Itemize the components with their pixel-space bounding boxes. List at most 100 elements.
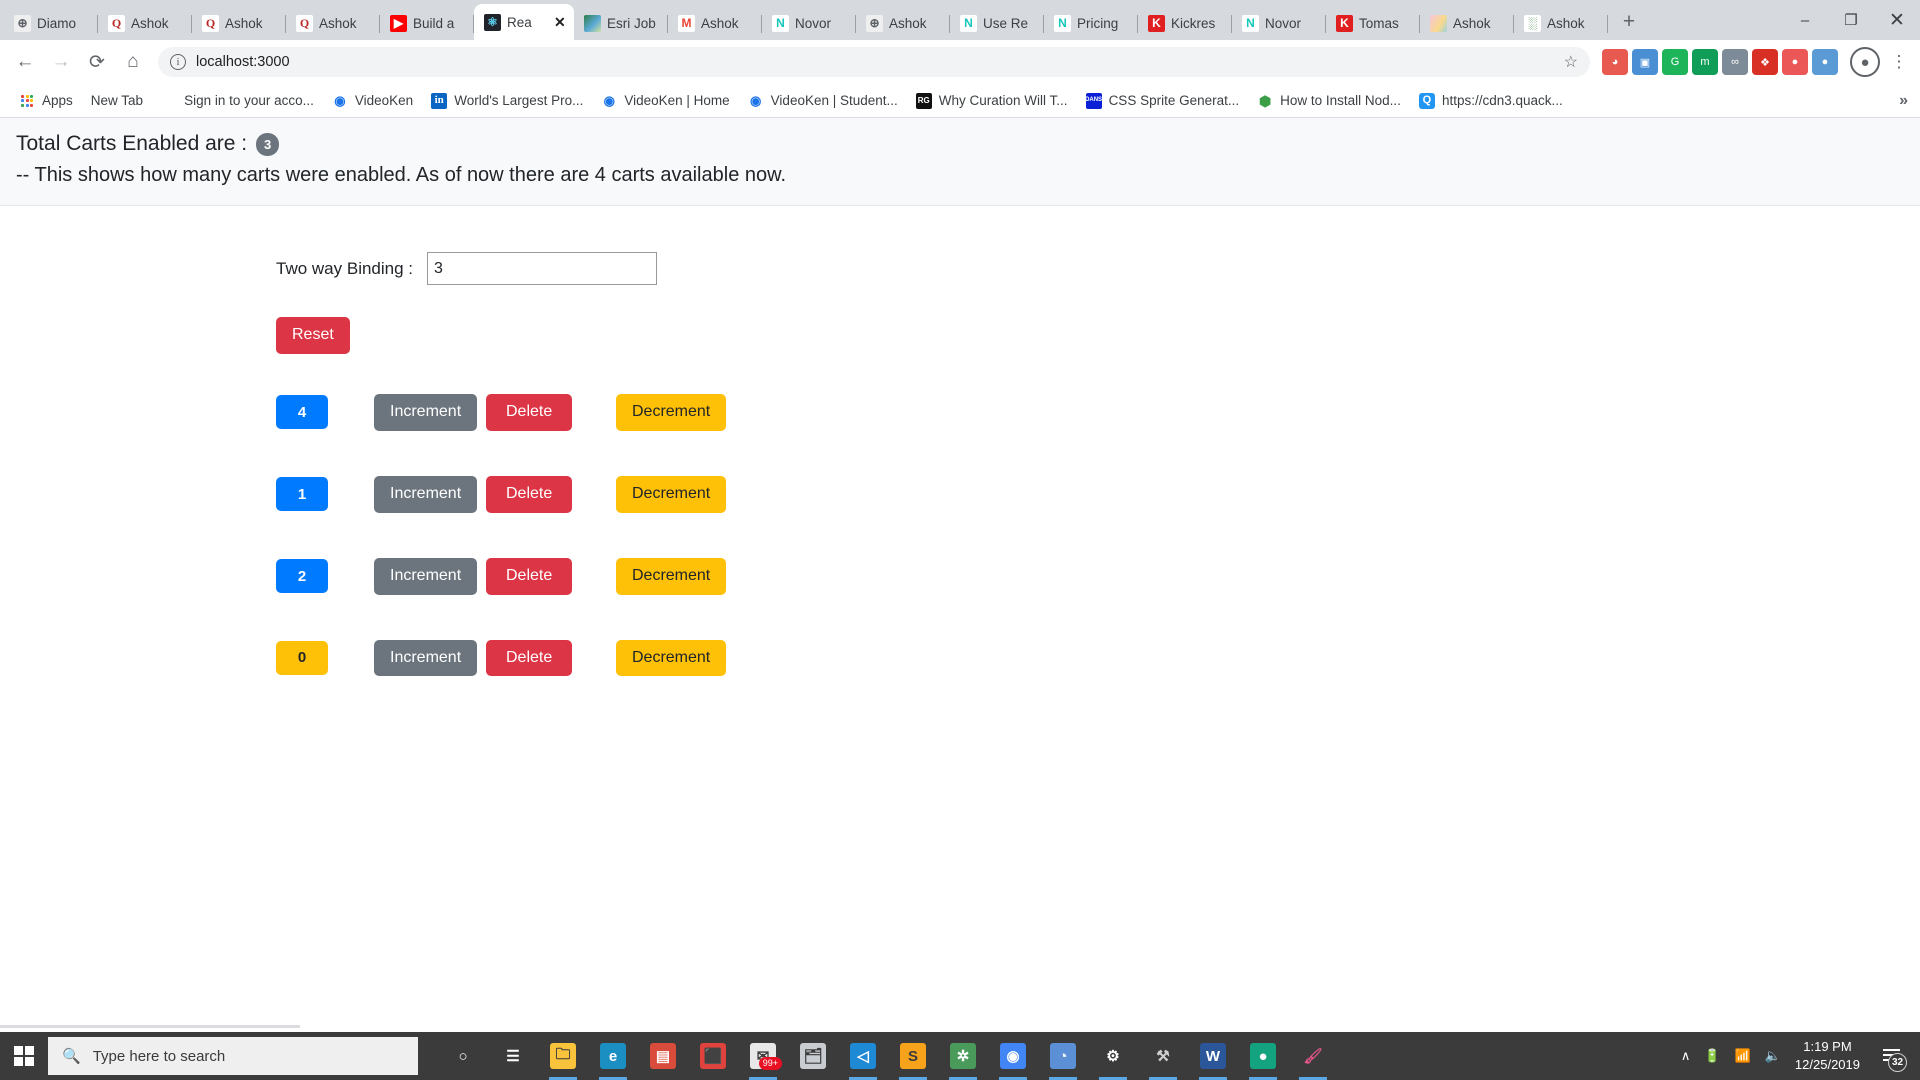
- bookmark-item[interactable]: ◉ VideoKen | Student...: [739, 90, 907, 112]
- tab-strip: ⊕ Diamo Q Ashok Q Ashok Q Ashok ▶ Build a ⚛ Rea ✕ Esr…: [0, 0, 1920, 40]
- videoken-icon: ◉: [747, 92, 764, 109]
- edge-button[interactable]: e: [588, 1032, 638, 1080]
- horizontal-scrollbar[interactable]: [0, 1022, 1920, 1032]
- browser-tab[interactable]: Ashok: [1420, 6, 1514, 40]
- action-center-button[interactable]: 32: [1874, 1032, 1908, 1080]
- slack-button[interactable]: ✲: [938, 1032, 988, 1080]
- bookmark-item[interactable]: ◉ VideoKen: [323, 90, 422, 112]
- minimize-button[interactable]: –: [1782, 0, 1828, 40]
- reload-button[interactable]: ⟳: [80, 45, 114, 79]
- bookmark-item[interactable]: in World's Largest Pro...: [422, 90, 592, 112]
- bookmark-item[interactable]: Qhttps://cdn3.quack...: [1410, 90, 1572, 112]
- increment-button[interactable]: Increment: [374, 639, 478, 677]
- folder-button[interactable]: 🗂: [788, 1032, 838, 1080]
- browser-tab[interactable]: ░ Ashok: [1514, 6, 1608, 40]
- word-button[interactable]: W: [1188, 1032, 1238, 1080]
- new-tab-button[interactable]: +: [1614, 7, 1644, 37]
- teams-button[interactable]: ◔: [1038, 1032, 1088, 1080]
- cortana-button[interactable]: ○: [438, 1032, 488, 1080]
- browser-tab[interactable]: ⊕ Ashok: [856, 6, 950, 40]
- shield-extension-icon[interactable]: ●: [1782, 49, 1808, 75]
- tools-button[interactable]: ⚒: [1138, 1032, 1188, 1080]
- page-content: Two way Binding : Reset 4IncrementDelete…: [0, 206, 1920, 677]
- decrement-button[interactable]: Decrement: [616, 639, 727, 677]
- task-view-button[interactable]: ☰: [488, 1032, 538, 1080]
- start-button[interactable]: [0, 1032, 48, 1080]
- screen-extension-icon[interactable]: ▣: [1632, 49, 1658, 75]
- bookmark-item[interactable]: RG Why Curation Will T...: [907, 90, 1077, 112]
- link-extension-icon[interactable]: ∞: [1722, 49, 1748, 75]
- maximize-button[interactable]: ❐: [1828, 0, 1874, 40]
- browser-tab[interactable]: N Use Re: [950, 6, 1044, 40]
- red-extension-icon[interactable]: ❖: [1752, 49, 1778, 75]
- delete-button[interactable]: Delete: [486, 475, 573, 513]
- site-info-icon[interactable]: i: [170, 54, 186, 70]
- tray-chevron-icon[interactable]: ∧: [1681, 1048, 1691, 1064]
- browser-tab[interactable]: ▶ Build a: [380, 6, 474, 40]
- home-button[interactable]: ⌂: [116, 45, 150, 79]
- increment-button[interactable]: Increment: [374, 393, 478, 431]
- bookmark-item[interactable]: ◉ VideoKen | Home: [592, 90, 738, 112]
- contact-extension-icon[interactable]: m: [1692, 49, 1718, 75]
- browser-tab[interactable]: Q Ashok: [286, 6, 380, 40]
- gift-button[interactable]: ⬛: [688, 1032, 738, 1080]
- bookmark-item[interactable]: ⬢ How to Install Nod...: [1248, 90, 1410, 112]
- sublime-button[interactable]: S: [888, 1032, 938, 1080]
- chrome-button[interactable]: ◉: [988, 1032, 1038, 1080]
- browser-tab[interactable]: N Novor: [762, 6, 856, 40]
- chrome-menu-button[interactable]: ⋮: [1886, 52, 1912, 72]
- grammarly-extension-icon[interactable]: G: [1662, 49, 1688, 75]
- bookmark-item[interactable]: Apps: [10, 90, 82, 112]
- close-window-button[interactable]: ✕: [1874, 0, 1920, 40]
- green-app-button[interactable]: ●: [1238, 1032, 1288, 1080]
- cart-row: 4 Increment Delete Decrement: [276, 393, 1920, 431]
- paint-button[interactable]: 🖌: [1288, 1032, 1338, 1080]
- back-button[interactable]: ←: [8, 45, 42, 79]
- mail-button[interactable]: ✉99+: [738, 1032, 788, 1080]
- tab-label: Build a: [413, 15, 455, 31]
- decrement-button[interactable]: Decrement: [616, 393, 727, 431]
- kickresume-icon: K: [1336, 14, 1353, 32]
- browser-tab[interactable]: N Novor: [1232, 6, 1326, 40]
- browser-tab[interactable]: K Tomas: [1326, 6, 1420, 40]
- bookmark-item[interactable]: Sign in to your acco...: [152, 90, 323, 112]
- bookmark-item[interactable]: DANS CSS Sprite Generat...: [1077, 90, 1249, 112]
- taskbar-clock[interactable]: 1:19 PM 12/25/2019: [1795, 1038, 1860, 1073]
- two-way-binding-input[interactable]: [427, 252, 658, 285]
- browser-tab[interactable]: Q Ashok: [192, 6, 286, 40]
- browser-tab[interactable]: Q Ashok: [98, 6, 192, 40]
- decrement-button[interactable]: Decrement: [616, 557, 727, 595]
- settings-gear-button[interactable]: ⚙: [1088, 1032, 1138, 1080]
- increment-button[interactable]: Increment: [374, 557, 478, 595]
- bookmark-star-icon[interactable]: ☆: [1564, 52, 1578, 72]
- browser-tab[interactable]: Esri Job: [574, 6, 668, 40]
- volume-icon[interactable]: 🔈: [1765, 1048, 1781, 1064]
- browser-tab[interactable]: K Kickres: [1138, 6, 1232, 40]
- delete-button[interactable]: Delete: [486, 557, 573, 595]
- bookmark-item[interactable]: New Tab: [82, 90, 152, 111]
- profile-avatar[interactable]: ●: [1850, 47, 1880, 77]
- browser-tab[interactable]: ⚛ Rea ✕: [474, 4, 574, 40]
- palette-extension-icon[interactable]: ◕: [1602, 49, 1628, 75]
- reset-button[interactable]: Reset: [276, 317, 350, 354]
- microsoft-store-button[interactable]: ▤: [638, 1032, 688, 1080]
- bookmarks-overflow-button[interactable]: »: [1899, 92, 1908, 110]
- delete-button[interactable]: Delete: [486, 393, 573, 431]
- address-bar[interactable]: i localhost:3000 ☆: [158, 47, 1590, 77]
- browser-tab[interactable]: M Ashok: [668, 6, 762, 40]
- bookmark-label: New Tab: [90, 93, 144, 108]
- battery-icon[interactable]: 🔋: [1704, 1048, 1720, 1064]
- tab-label: Ashok: [319, 15, 357, 31]
- browser-tab[interactable]: ⊕ Diamo: [4, 6, 98, 40]
- wifi-icon[interactable]: 📶: [1735, 1048, 1751, 1064]
- browser-tab[interactable]: N Pricing: [1044, 6, 1138, 40]
- taskbar-search-box[interactable]: 🔍 Type here to search: [48, 1037, 418, 1075]
- forward-button[interactable]: →: [44, 45, 78, 79]
- file-explorer-button[interactable]: 🗀: [538, 1032, 588, 1080]
- decrement-button[interactable]: Decrement: [616, 475, 727, 513]
- increment-button[interactable]: Increment: [374, 475, 478, 513]
- vscode-button[interactable]: ◁: [838, 1032, 888, 1080]
- close-tab-icon[interactable]: ✕: [554, 15, 568, 29]
- delete-button[interactable]: Delete: [486, 639, 573, 677]
- blue-extension-icon[interactable]: ●: [1812, 49, 1838, 75]
